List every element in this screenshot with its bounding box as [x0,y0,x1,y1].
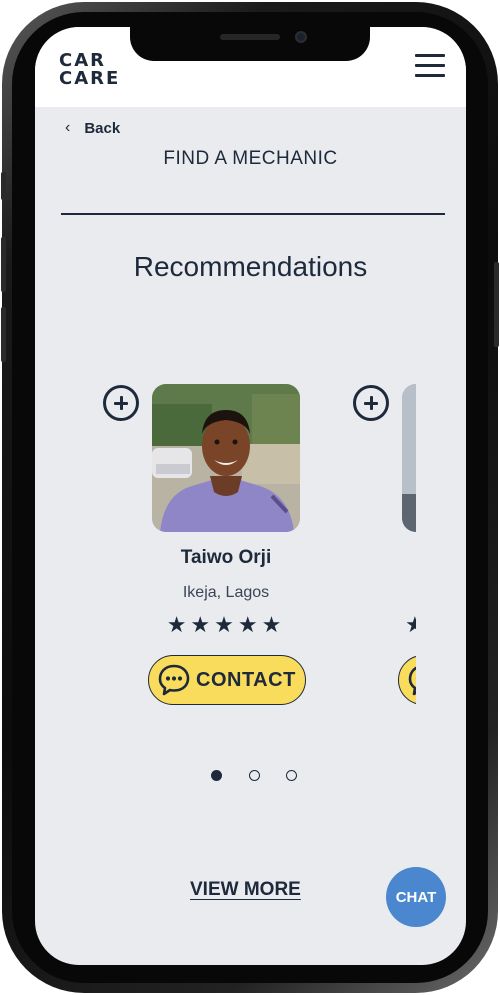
contact-label: CONTACT [196,668,296,691]
plus-circle-icon[interactable] [353,385,389,421]
logo-line-2: CARE [59,68,121,89]
contact-button[interactable]: CONTACT [148,655,306,705]
chat-bubble-icon [158,664,190,696]
plus-circle-icon[interactable] [103,385,139,421]
phone-notch [130,27,370,61]
volume-down-button [1,307,6,362]
mechanic-photo [152,384,300,532]
carousel-pagination [205,770,305,782]
chevron-left-icon: ‹ [65,119,71,136]
mechanic-card: ★ [285,382,416,712]
back-label: Back [84,119,121,137]
front-camera [295,31,307,43]
pagination-dot-1[interactable] [211,770,222,781]
contact-button[interactable] [398,655,416,705]
rating-stars: ★ [402,612,416,638]
mechanic-photo [402,384,416,532]
pagination-dot-2[interactable] [249,770,260,781]
app-screen: CAR CARE ‹ Back FIND A MECHANIC Recommen… [35,27,466,965]
power-button [494,262,499,347]
mechanic-avatar[interactable] [402,384,416,532]
back-button[interactable]: ‹ Back [65,117,120,139]
pagination-dot-3[interactable] [286,770,297,781]
mechanic-location: Ikeja, Lagos [182,584,270,601]
header-divider [61,213,445,215]
view-more-link[interactable]: VIEW MORE [190,879,301,901]
volume-up-button [1,237,6,292]
car-care-logo[interactable]: CAR CARE [59,52,120,88]
speaker-grille [220,34,280,40]
mechanic-avatar[interactable] [152,384,300,532]
chat-bubble-icon [408,666,416,696]
mechanic-card: Taiwo Orji Ikeja, Lagos ★★★★★ CONTACT [35,382,306,712]
mechanic-carousel[interactable]: Taiwo Orji Ikeja, Lagos ★★★★★ CONTACT [35,382,416,712]
chat-button[interactable]: CHAT [386,867,446,927]
page-title: FIND A MECHANIC [163,148,338,169]
hamburger-menu-icon[interactable] [415,54,445,78]
section-title: Recommendations [133,251,368,282]
mechanic-name: Taiwo Orji [180,547,272,568]
mute-switch [1,172,6,200]
rating-stars: ★★★★★ [166,612,286,637]
